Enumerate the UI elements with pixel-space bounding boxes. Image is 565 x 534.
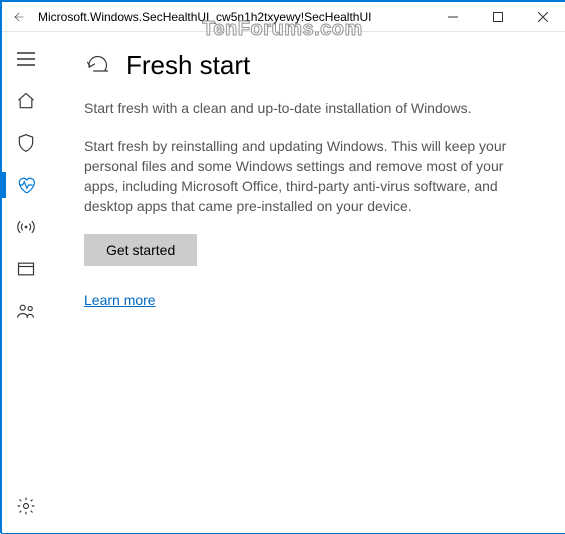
nav-performance[interactable] xyxy=(2,164,50,206)
window-icon xyxy=(16,259,36,279)
gear-icon xyxy=(16,496,36,516)
maximize-button[interactable] xyxy=(475,2,520,32)
broadcast-icon xyxy=(16,217,36,237)
heart-pulse-icon xyxy=(16,175,36,195)
page-body: Start fresh by reinstalling and updating… xyxy=(84,137,525,217)
app-body: Fresh start Start fresh with a clean and… xyxy=(2,32,565,533)
nav-app-browser[interactable] xyxy=(2,248,50,290)
minimize-icon xyxy=(448,12,458,22)
page-title: Fresh start xyxy=(126,50,250,81)
nav-menu[interactable] xyxy=(2,38,50,80)
fresh-start-icon xyxy=(84,50,112,81)
nav-family[interactable] xyxy=(2,290,50,332)
minimize-button[interactable] xyxy=(430,2,475,32)
nav-network[interactable] xyxy=(2,206,50,248)
content: Fresh start Start fresh with a clean and… xyxy=(50,32,565,533)
back-button[interactable] xyxy=(2,2,34,32)
people-icon xyxy=(16,301,36,321)
maximize-icon xyxy=(493,12,503,22)
nav-virus[interactable] xyxy=(2,122,50,164)
close-icon xyxy=(538,12,548,22)
nav-settings[interactable] xyxy=(2,485,50,527)
window-title: Microsoft.Windows.SecHealthUI_cw5n1h2txy… xyxy=(34,10,430,24)
home-icon xyxy=(16,91,36,111)
page-lead: Start fresh with a clean and up-to-date … xyxy=(84,99,525,119)
get-started-button[interactable]: Get started xyxy=(84,234,197,266)
shield-icon xyxy=(16,133,36,153)
titlebar: Microsoft.Windows.SecHealthUI_cw5n1h2txy… xyxy=(2,2,565,32)
learn-more-link[interactable]: Learn more xyxy=(84,292,156,308)
sidebar xyxy=(2,32,50,533)
back-arrow-icon xyxy=(11,10,25,24)
nav-home[interactable] xyxy=(2,80,50,122)
window-controls xyxy=(430,2,565,31)
page-heading: Fresh start xyxy=(84,50,525,81)
hamburger-icon xyxy=(17,52,35,66)
close-button[interactable] xyxy=(520,2,565,32)
